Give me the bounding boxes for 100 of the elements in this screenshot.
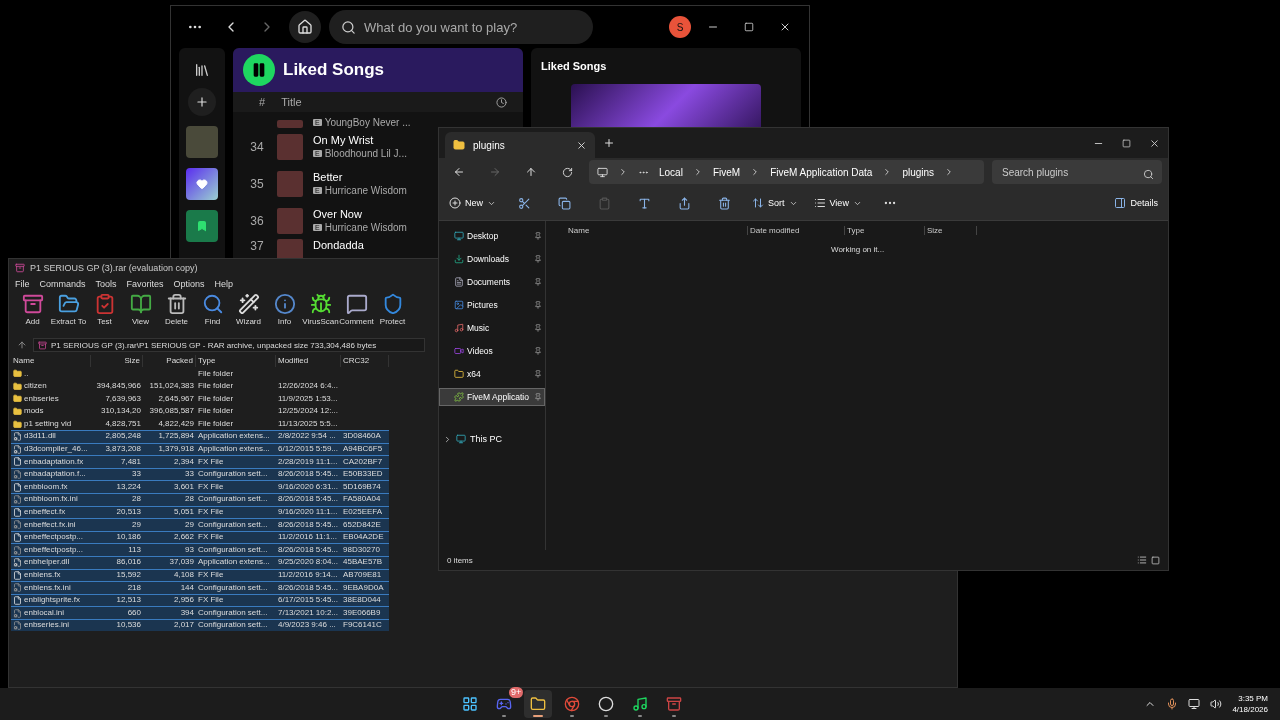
- avatar[interactable]: S: [669, 16, 691, 38]
- cover-placeholder: [277, 207, 303, 234]
- path-text: P1 SERIOUS GP (3).rar\P1 SERIOUS GP - RAR archive, unpacked size 733,304,486 bytes: [51, 340, 377, 350]
- home-button[interactable]: [289, 11, 321, 43]
- table-cell[interactable]: enbeffect.fx.ini: [11, 518, 91, 531]
- column-header[interactable]: Size: [925, 225, 977, 235]
- table-cell[interactable]: enbeffectpostp...: [11, 543, 91, 556]
- toolbar-button[interactable]: Extract To: [51, 293, 86, 333]
- table-cell[interactable]: enblocal.ini: [11, 606, 91, 619]
- column-header[interactable]: Name: [566, 225, 748, 235]
- table-cell: 8/26/2018 5:45...: [276, 518, 341, 531]
- address-bar[interactable]: Local FiveM FiveM Application Data plugins: [589, 160, 984, 184]
- table-cell: 394: [143, 606, 196, 619]
- table-cell: 9EBA9D0A: [341, 581, 389, 594]
- column-header[interactable]: Size: [91, 355, 143, 367]
- sidebar-item[interactable]: Videos: [439, 342, 545, 360]
- menu-item[interactable]: Tools: [95, 279, 117, 289]
- menu-item[interactable]: Commands: [39, 279, 86, 289]
- path-field[interactable]: P1 SERIOUS GP (3).rar\P1 SERIOUS GP - RAR archive, unpacked size 733,304,486 bytes: [33, 338, 425, 352]
- file-icon: [13, 533, 22, 542]
- track-title[interactable]: On My Wrist: [313, 134, 407, 146]
- column-header[interactable]: Type: [196, 355, 276, 367]
- table-cell[interactable]: citizen: [11, 379, 91, 393]
- table-cell-text: File folder: [197, 380, 235, 393]
- table-cell[interactable]: ..: [11, 367, 91, 380]
- breadcrumb[interactable]: Local: [659, 166, 683, 178]
- table-cell[interactable]: enblens.fx.ini: [11, 581, 91, 594]
- view-button[interactable]: View: [811, 195, 864, 211]
- column-header[interactable]: CRC32: [341, 355, 389, 367]
- menu-item[interactable]: Favorites: [126, 279, 164, 289]
- toolbar-button[interactable]: Wizard: [231, 293, 266, 333]
- toolbar-button[interactable]: Comment: [339, 293, 374, 333]
- saved-episodes-tile[interactable]: [186, 210, 218, 242]
- menu-item[interactable]: File: [15, 279, 30, 289]
- toolbar-button[interactable]: Info: [267, 293, 302, 333]
- table-cell: Configuration sett...: [196, 606, 276, 619]
- number-column: #: [259, 96, 266, 108]
- file-gear-icon: [13, 444, 22, 454]
- sort-button[interactable]: Sort: [750, 195, 800, 211]
- app-icon: [564, 696, 581, 712]
- toolbar-button[interactable]: Add: [15, 293, 50, 333]
- search-field[interactable]: Search plugins: [992, 160, 1162, 184]
- track-number: 37: [249, 239, 265, 253]
- folder-tab[interactable]: plugins: [445, 132, 595, 158]
- sidebar-item[interactable]: Desktop: [439, 227, 545, 245]
- breadcrumb[interactable]: FiveM Application Data: [770, 166, 873, 178]
- toolbar-button[interactable]: View: [123, 293, 158, 333]
- table-cell: 29: [91, 518, 143, 531]
- toolbar-button[interactable]: Test: [87, 293, 122, 333]
- table-cell: 5D169B74: [341, 480, 389, 493]
- column-header[interactable]: Date modified: [748, 225, 845, 235]
- file-icon: [13, 457, 22, 467]
- table-cell: 2/8/2022 9:54 ...: [276, 429, 341, 443]
- toolbar-button[interactable]: Protect: [375, 293, 410, 333]
- table-cell[interactable]: d3d11.dll: [11, 429, 91, 443]
- table-cell-text: File folder: [197, 417, 235, 430]
- taskbar-app[interactable]: [524, 690, 553, 718]
- table-cell[interactable]: enbseries: [11, 392, 91, 405]
- column-header[interactable]: Name: [11, 355, 91, 367]
- sidebar-item[interactable]: x64: [439, 365, 545, 383]
- table-cell[interactable]: mods: [11, 404, 91, 418]
- track-title[interactable]: Better: [313, 171, 407, 183]
- file-gear-icon: [13, 520, 22, 530]
- clock-icon: [496, 96, 507, 108]
- sidebar-item[interactable]: FiveM Applicatio: [439, 388, 545, 406]
- file-gear-icon: [13, 583, 22, 593]
- menu-item[interactable]: Help: [214, 279, 234, 289]
- plus-icon: [603, 137, 615, 149]
- column-header[interactable]: Packed: [143, 355, 196, 367]
- table-cell: Application extens...: [196, 429, 276, 443]
- sidebar-item[interactable]: Downloads: [439, 250, 545, 268]
- file-gear-icon: [13, 432, 22, 442]
- toolbar-button[interactable]: Delete: [159, 293, 194, 333]
- clock[interactable]: 3:35 PM 4/18/2026: [1232, 694, 1268, 714]
- details-button[interactable]: Details: [1112, 195, 1160, 211]
- table-cell[interactable]: enbbloom.fx: [11, 480, 91, 493]
- table-cell[interactable]: enbadaptation.fx: [11, 455, 91, 468]
- track-title[interactable]: Over Now: [313, 208, 407, 220]
- app-icon: [496, 696, 513, 712]
- toolbar-button[interactable]: VirusScan: [303, 293, 338, 333]
- search-field[interactable]: What do you want to play?: [329, 10, 593, 44]
- pause-button[interactable]: [243, 54, 275, 86]
- table-cell: FX File: [196, 455, 276, 468]
- breadcrumb[interactable]: plugins: [902, 166, 935, 178]
- breadcrumb[interactable]: FiveM: [712, 166, 741, 178]
- close-icon: [779, 21, 791, 33]
- track-title[interactable]: Dondadda: [313, 239, 364, 251]
- sidebar-item[interactable]: Pictures: [439, 296, 545, 314]
- new-button[interactable]: New: [447, 195, 498, 211]
- create-button[interactable]: [188, 88, 216, 116]
- toolbar-button[interactable]: Find: [195, 293, 230, 333]
- file-icon: [13, 482, 22, 492]
- tree-item[interactable]: This PC: [439, 431, 545, 447]
- column-header[interactable]: Modified: [276, 355, 341, 367]
- liked-songs-tile[interactable]: [186, 168, 218, 200]
- menu-item[interactable]: Options: [173, 279, 205, 289]
- sidebar-item[interactable]: Documents: [439, 273, 545, 291]
- column-header[interactable]: Type: [845, 225, 925, 235]
- sidebar-item[interactable]: Music: [439, 319, 545, 337]
- table-cell[interactable]: p1 setting vid: [11, 417, 91, 430]
